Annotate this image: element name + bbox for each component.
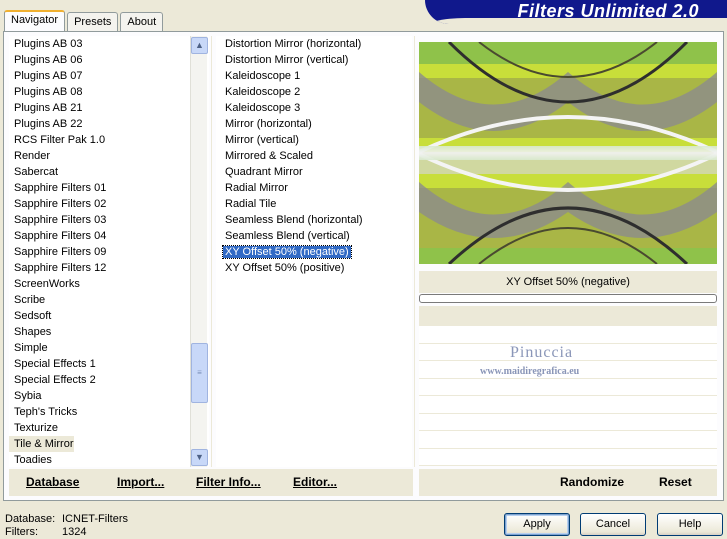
divider (414, 36, 415, 467)
left-button-bar: Database Import... Filter Info... Editor… (9, 469, 413, 496)
filter-item[interactable]: Quadrant Mirror (216, 164, 412, 180)
apply-button[interactable]: Apply (504, 513, 570, 536)
category-item[interactable]: Sabercat (9, 164, 209, 180)
filter-item-label: Seamless Blend (horizontal) (225, 214, 363, 226)
database-value: ICNET-Filters (62, 513, 128, 525)
banner-title: Filters Unlimited 2.0 (517, 1, 699, 21)
category-item[interactable]: Toadies (9, 452, 209, 467)
category-item[interactable]: Sapphire Filters 09 (9, 244, 209, 260)
status-info: Database: ICNET-Filters Filters: 1324 (5, 513, 128, 539)
reset-button[interactable]: Reset (659, 475, 692, 489)
filter-item[interactable]: XY Offset 50% (negative) (216, 244, 412, 260)
filter-item[interactable]: Radial Mirror (216, 180, 412, 196)
filter-item-label: Quadrant Mirror (225, 166, 303, 178)
tab-bar: Navigator Presets About (4, 10, 165, 32)
tab-navigator[interactable]: Navigator (4, 10, 66, 32)
progress-bar (419, 294, 717, 303)
filter-item-label: Mirror (horizontal) (225, 118, 312, 130)
preview-filter-name: XY Offset 50% (negative) (419, 271, 717, 293)
right-button-bar: Randomize Reset (419, 469, 717, 496)
watermark-name: Pinuccia (510, 344, 574, 361)
category-item[interactable]: Special Effects 2 (9, 372, 209, 388)
randomize-button[interactable]: Randomize (560, 475, 624, 489)
divider (211, 36, 212, 467)
filter-item-label: Radial Tile (225, 198, 277, 210)
help-button[interactable]: Help (657, 513, 723, 536)
filter-item-label: Distortion Mirror (vertical) (225, 54, 349, 66)
filter-item[interactable]: Mirror (vertical) (216, 132, 412, 148)
database-button[interactable]: Database (26, 475, 79, 489)
category-item[interactable]: Plugins AB 22 (9, 116, 209, 132)
filter-item[interactable]: Seamless Blend (horizontal) (216, 212, 412, 228)
filter-item-label: Kaleidoscope 1 (225, 70, 301, 82)
filter-item[interactable]: Kaleidoscope 1 (216, 68, 412, 84)
filters-count: 1324 (62, 526, 87, 538)
category-item[interactable]: Plugins AB 21 (9, 100, 209, 116)
filter-item-label: XY Offset 50% (positive) (225, 262, 345, 274)
scroll-up-icon[interactable]: ▲ (191, 37, 208, 54)
filter-item-label: Kaleidoscope 2 (225, 86, 301, 98)
category-item[interactable]: ScreenWorks (9, 276, 209, 292)
filter-item[interactable]: XY Offset 50% (positive) (216, 260, 412, 276)
filter-item[interactable]: Radial Tile (216, 196, 412, 212)
filter-item-label: Mirror (vertical) (225, 134, 299, 146)
scroll-down-icon[interactable]: ▼ (191, 449, 208, 466)
filter-item-label: XY Offset 50% (negative) (222, 245, 352, 259)
tab-about[interactable]: About (120, 12, 164, 32)
category-item[interactable]: Plugins AB 03 (9, 36, 209, 52)
category-item[interactable]: Scribe (9, 292, 209, 308)
scroll-thumb[interactable]: ≡ (191, 343, 208, 403)
category-item[interactable]: Sapphire Filters 12 (9, 260, 209, 276)
filter-item[interactable]: Kaleidoscope 3 (216, 100, 412, 116)
filter-item[interactable]: Distortion Mirror (vertical) (216, 52, 412, 68)
category-item[interactable]: Sapphire Filters 01 (9, 180, 209, 196)
category-item[interactable]: Special Effects 1 (9, 356, 209, 372)
filter-item-label: Distortion Mirror (horizontal) (225, 38, 362, 50)
filter-item[interactable]: Distortion Mirror (horizontal) (216, 36, 412, 52)
filter-item-label: Seamless Blend (vertical) (225, 230, 350, 242)
category-scrollbar[interactable]: ▲ ≡ ▼ (190, 36, 208, 467)
category-item[interactable]: Texturize (9, 420, 209, 436)
title-banner: Filters Unlimited 2.0 (425, 0, 727, 24)
database-label: Database: (5, 513, 56, 525)
category-list[interactable]: Plugins AB 03 Plugins AB 06 Plugins AB 07 P… (9, 36, 209, 467)
category-item[interactable]: Plugins AB 06 (9, 52, 209, 68)
category-item[interactable]: Shapes (9, 324, 209, 340)
category-item[interactable]: Sapphire Filters 03 (9, 212, 209, 228)
filter-item[interactable]: Seamless Blend (vertical) (216, 228, 412, 244)
category-item[interactable]: Plugins AB 07 (9, 68, 209, 84)
category-item[interactable]: Simple (9, 340, 209, 356)
category-item[interactable]: Teph's Tricks (9, 404, 209, 420)
category-item[interactable]: Plugins AB 08 (9, 84, 209, 100)
filter-list[interactable]: Distortion Mirror (horizontal) Distortion… (216, 36, 412, 467)
category-item[interactable]: Sapphire Filters 02 (9, 196, 209, 212)
filter-item-label: Mirrored & Scaled (225, 150, 314, 162)
filter-item[interactable]: Mirror (horizontal) (216, 116, 412, 132)
editor-button[interactable]: Editor... (293, 475, 337, 489)
tab-presets[interactable]: Presets (67, 12, 119, 32)
preview-image (419, 42, 717, 264)
filter-item-label: Kaleidoscope 3 (225, 102, 301, 114)
filter-item[interactable]: Kaleidoscope 2 (216, 84, 412, 100)
filter-item[interactable]: Mirrored & Scaled (216, 148, 412, 164)
filter-info-button[interactable]: Filter Info... (196, 475, 261, 489)
category-item[interactable]: Sybia (9, 388, 209, 404)
watermark-url: www.maidiregrafica.eu (480, 366, 580, 377)
cancel-button[interactable]: Cancel (580, 513, 646, 536)
category-item[interactable]: Render (9, 148, 209, 164)
category-item[interactable]: Tile & Mirror (9, 436, 74, 452)
category-item[interactable]: Sedsoft (9, 308, 209, 324)
category-item[interactable]: RCS Filter Pak 1.0 (9, 132, 209, 148)
category-item[interactable]: Sapphire Filters 04 (9, 228, 209, 244)
filter-item-label: Radial Mirror (225, 182, 288, 194)
filters-label: Filters: (5, 526, 38, 538)
import-button[interactable]: Import... (117, 475, 164, 489)
